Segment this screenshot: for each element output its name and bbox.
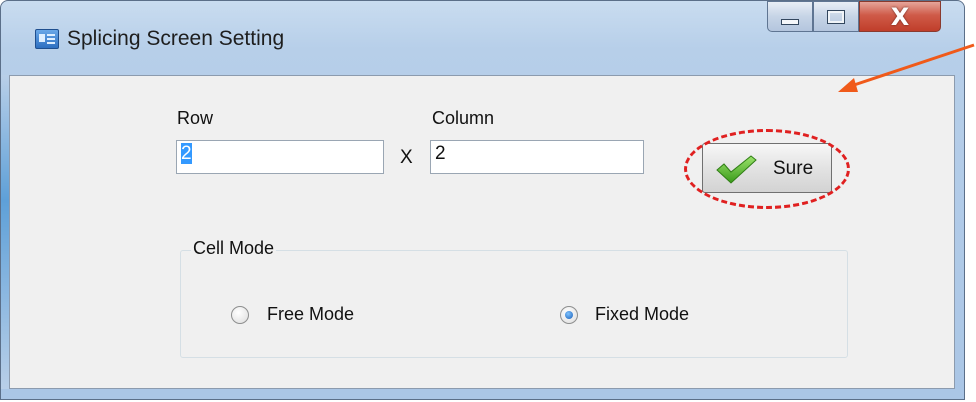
free-mode-radio[interactable] [231, 306, 249, 324]
close-button[interactable]: X [859, 1, 941, 32]
title-bar[interactable]: Splicing Screen Setting X [1, 1, 964, 75]
cell-mode-group-label: Cell Mode [191, 238, 277, 259]
free-mode-label[interactable]: Free Mode [267, 304, 354, 325]
minimize-button[interactable] [767, 1, 813, 32]
cell-mode-group: Cell Mode Free Mode Fixed Mode [180, 238, 848, 358]
highlight-ellipse [684, 129, 850, 209]
row-input[interactable]: 2 [176, 140, 384, 174]
minimize-icon [781, 18, 799, 25]
maximize-button[interactable] [813, 1, 859, 32]
close-icon: X [890, 2, 910, 31]
window-title: Splicing Screen Setting [67, 27, 285, 50]
annotation-arrow [838, 43, 975, 92]
fixed-mode-radio[interactable] [560, 306, 578, 324]
client-area: Row Column 2 X 2 Sure Cell Mode Free Mod… [9, 75, 955, 389]
times-sign: X [400, 147, 413, 168]
row-input-value: 2 [181, 143, 192, 164]
dialog-window: Splicing Screen Setting X Row Column 2 X… [0, 0, 965, 400]
caption-buttons: X [767, 1, 941, 33]
column-label: Column [432, 108, 495, 128]
app-form-icon [35, 29, 59, 49]
maximize-icon [827, 9, 845, 24]
row-label: Row [177, 108, 214, 128]
window-left-border [1, 75, 9, 389]
column-input-value: 2 [435, 143, 446, 164]
column-input[interactable]: 2 [430, 140, 644, 174]
fixed-mode-label[interactable]: Fixed Mode [595, 304, 689, 325]
